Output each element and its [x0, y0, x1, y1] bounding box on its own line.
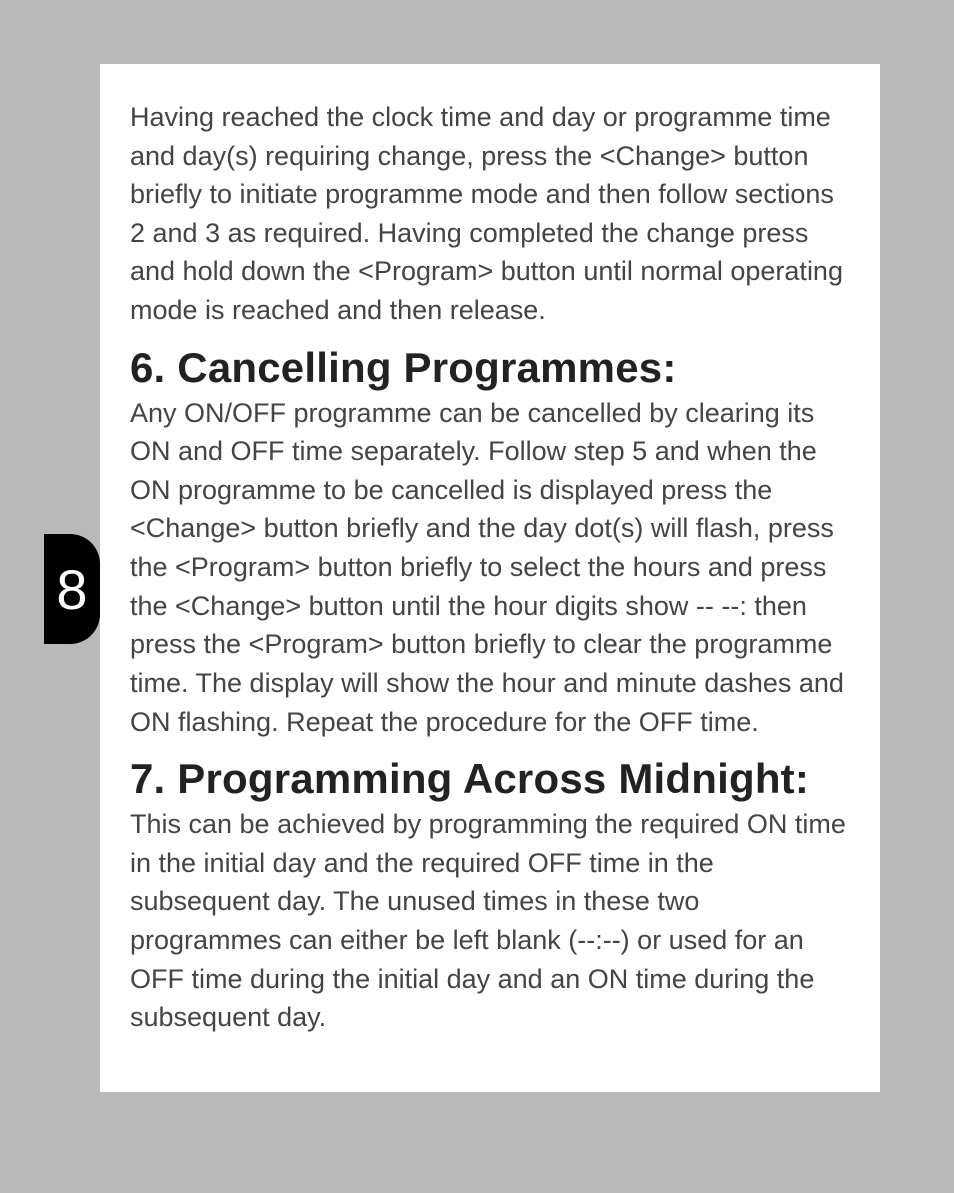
intro-paragraph: Having reached the clock time and day or…	[130, 98, 850, 330]
section-6-heading: 6. Cancelling Programmes:	[130, 344, 850, 392]
section-7-body: This can be achieved by programming the …	[130, 805, 850, 1037]
section-7-heading: 7. Programming Across Midnight:	[130, 755, 850, 803]
page-number: 8	[56, 557, 87, 622]
page-number-tab: 8	[44, 534, 100, 644]
section-6-body: Any ON/OFF programme can be cancelled by…	[130, 394, 850, 741]
document-page: Having reached the clock time and day or…	[100, 64, 880, 1092]
